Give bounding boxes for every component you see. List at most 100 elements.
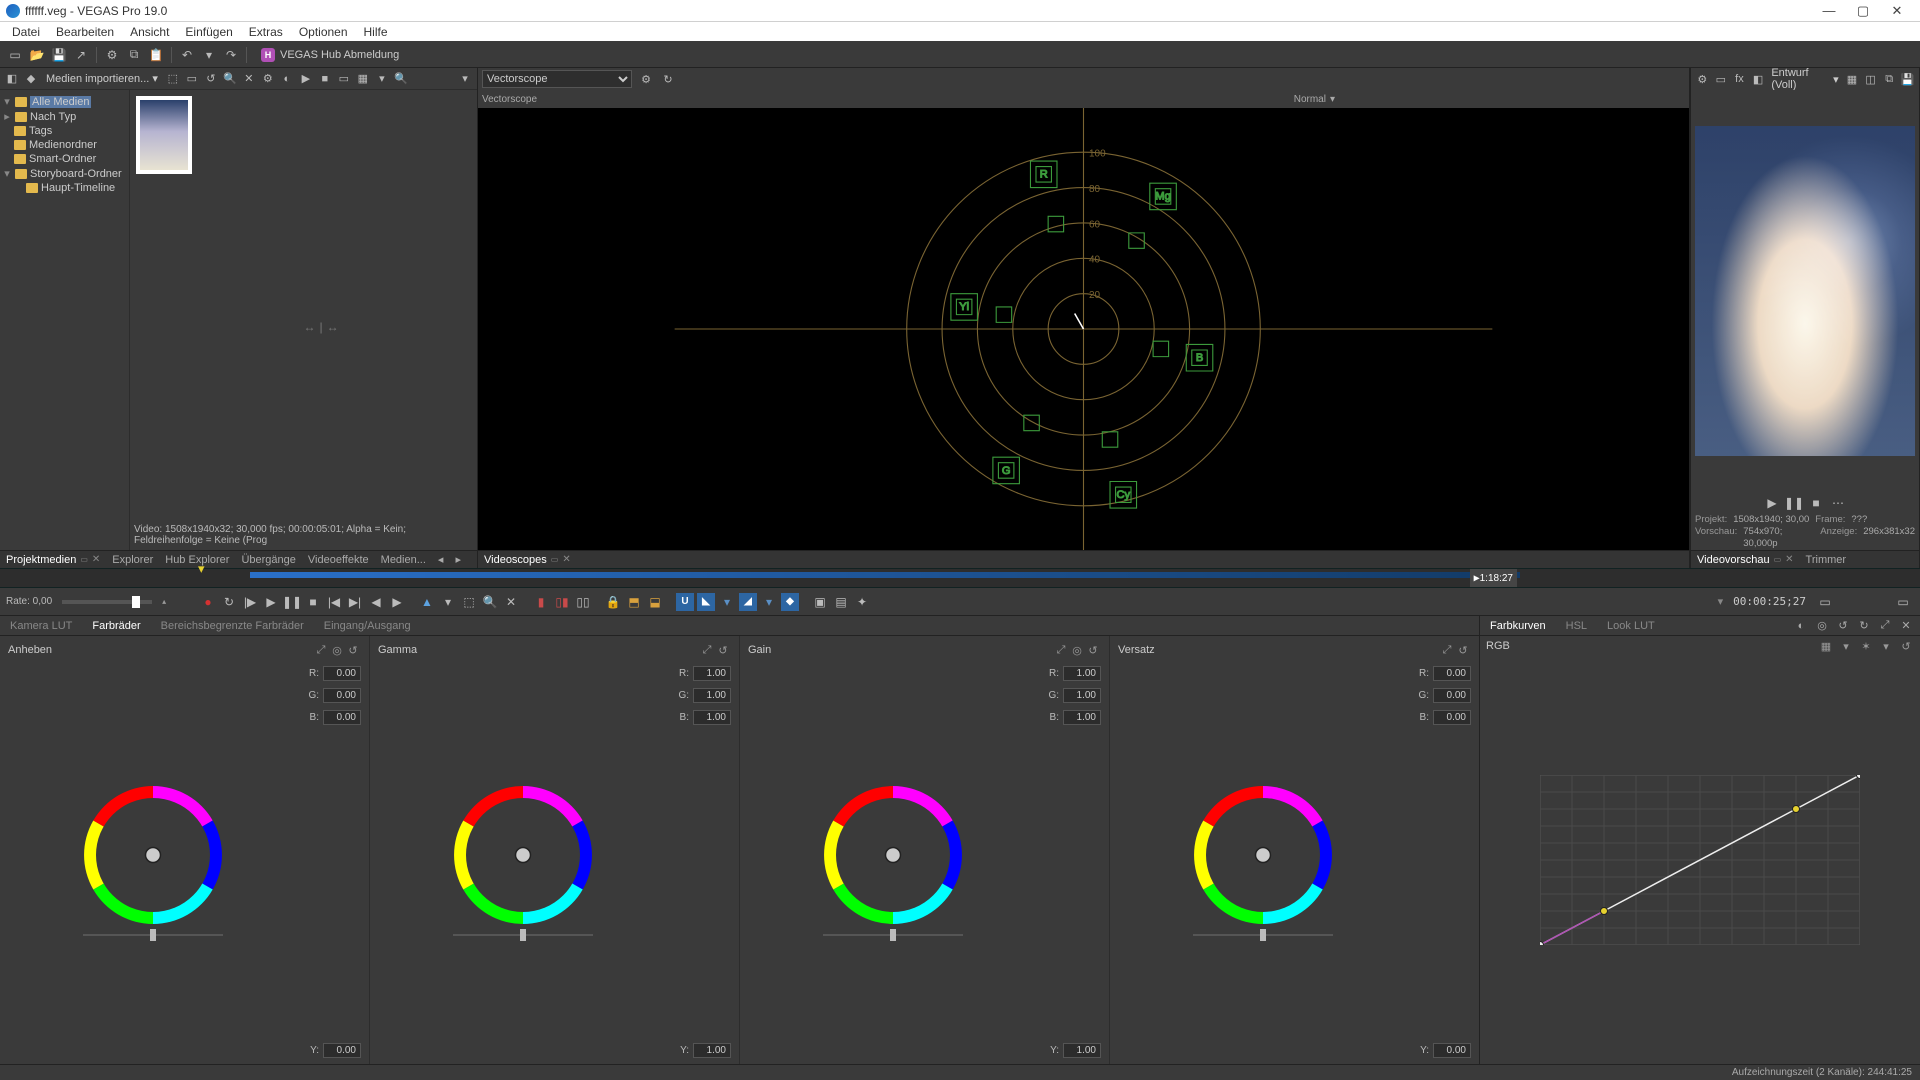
next-frame-button[interactable]: ▶ [388, 593, 406, 611]
gain-g-value[interactable]: 1.00 [1063, 688, 1101, 703]
gtab-kamera-lut[interactable]: Kamera LUT [0, 618, 82, 634]
color-wheel[interactable] [448, 780, 598, 930]
autoripple-l-icon[interactable]: ◣ [697, 593, 715, 611]
record-button[interactable]: ● [199, 593, 217, 611]
expand-icon[interactable]: ⤢ [1053, 642, 1069, 658]
menu-bearbeiten[interactable]: Bearbeiten [48, 22, 122, 41]
ripple-dropdown-icon[interactable]: ▾ [718, 593, 736, 611]
wheel-y-slider[interactable] [818, 930, 968, 940]
preview-save-icon[interactable]: 💾 [1900, 71, 1915, 87]
preview-copy-icon[interactable]: ⧉ [1882, 71, 1897, 87]
tree-storyboard-ordner[interactable]: ▾Storyboard-Ordner [2, 166, 127, 181]
timeline-clip[interactable] [250, 572, 1520, 578]
pin-icon[interactable]: ▭ [80, 555, 88, 564]
autofade-icon[interactable]: ◆ [781, 593, 799, 611]
undo-dropdown-icon[interactable]: ▾ [200, 46, 218, 64]
curve-btn1-icon[interactable]: ◐ [1793, 618, 1809, 634]
minimize-button[interactable]: — [1812, 0, 1846, 22]
paste-icon[interactable]: 📋 [147, 46, 165, 64]
import-media-dropdown[interactable]: Medien importieren...▾ [42, 72, 162, 85]
pin-icon[interactable]: ▭ [1774, 555, 1782, 564]
preview-quality-dropdown[interactable]: Entwurf (Voll)▾ [1769, 67, 1840, 91]
tool-dropdown[interactable]: ▾ [439, 593, 457, 611]
lock-icon[interactable]: 🔒 [604, 593, 622, 611]
tab-trimmer[interactable]: Trimmer [1800, 551, 1853, 568]
tab-explorer[interactable]: Explorer [106, 551, 159, 568]
reset-icon[interactable]: ↺ [1085, 642, 1101, 658]
preview-external-icon[interactable]: ▭ [1714, 71, 1729, 87]
tab-mediengeneratoren[interactable]: Medien... [375, 551, 432, 568]
versatz-g-value[interactable]: 0.00 [1433, 688, 1471, 703]
gain-r-value[interactable]: 1.00 [1063, 666, 1101, 681]
target-icon[interactable]: ◎ [329, 642, 345, 658]
curve-undo-icon[interactable]: ↺ [1835, 618, 1851, 634]
tree-medienordner[interactable]: Medienordner [2, 138, 127, 152]
media-capture-icon[interactable]: ⬚ [165, 71, 181, 87]
anheben-r-value[interactable]: 0.00 [323, 666, 361, 681]
menu-extras[interactable]: Extras [241, 22, 291, 41]
anheben-y-value[interactable]: 0.00 [323, 1043, 361, 1058]
menu-datei[interactable]: Datei [4, 22, 48, 41]
tab-videoscopes[interactable]: Videoscopes▭✕ [478, 551, 577, 568]
tab-videovorschau[interactable]: Videovorschau▭✕ [1691, 551, 1800, 568]
scope-mode-dropdown[interactable]: Normal▾ [1294, 94, 1335, 105]
reset-icon[interactable]: ↺ [345, 642, 361, 658]
curve-dropdown-icon[interactable]: ▾ [1838, 638, 1854, 654]
gamma-r-value[interactable]: 1.00 [693, 666, 731, 681]
menu-hilfe[interactable]: Hilfe [356, 22, 396, 41]
scope-settings-icon[interactable]: ⚙ [638, 71, 654, 87]
target-icon[interactable]: ◎ [1069, 642, 1085, 658]
expand-icon[interactable]: ⤢ [699, 642, 715, 658]
snap2-icon[interactable]: ⬓ [646, 593, 664, 611]
go-start-button[interactable]: |◀ [325, 593, 343, 611]
anheben-b-value[interactable]: 0.00 [323, 710, 361, 725]
marker-region-icon[interactable]: ▯▯ [574, 593, 592, 611]
pin-icon[interactable]: ▭ [551, 555, 559, 564]
curve-expand-icon[interactable]: ⤢ [1877, 618, 1893, 634]
tree-smart-ordner[interactable]: Smart-Ordner [2, 152, 127, 166]
save-icon[interactable]: 💾 [50, 46, 68, 64]
media-close-icon[interactable]: ✕ [241, 71, 257, 87]
tab-videoeffekte[interactable]: Videoeffekte [302, 551, 375, 568]
event-opt-icon[interactable]: ✦ [853, 593, 871, 611]
wheel-y-slider[interactable] [1188, 930, 1338, 940]
curve-grid-icon[interactable]: ▦ [1818, 638, 1834, 654]
curve-reset-icon[interactable]: ↺ [1898, 638, 1914, 654]
gtab-hsl[interactable]: HSL [1556, 618, 1597, 634]
stop-button[interactable]: ■ [304, 593, 322, 611]
rate-slider[interactable] [62, 600, 152, 604]
versatz-y-value[interactable]: 0.00 [1433, 1043, 1471, 1058]
reset-icon[interactable]: ↺ [715, 642, 731, 658]
curve-star-icon[interactable]: ✶ [1858, 638, 1874, 654]
wheel-y-slider[interactable] [448, 930, 598, 940]
preview-more-icon[interactable]: ⋯ [1830, 495, 1846, 511]
media-stop-icon[interactable]: ■ [317, 71, 333, 87]
hub-signout[interactable]: H VEGAS Hub Abmeldung [261, 48, 399, 62]
properties-icon[interactable]: ⚙ [103, 46, 121, 64]
reset-icon[interactable]: ↺ [1455, 642, 1471, 658]
gain-b-value[interactable]: 1.00 [1063, 710, 1101, 725]
event-gen-icon[interactable]: ▤ [832, 593, 850, 611]
maximize-timeline-icon[interactable]: ▭ [1894, 593, 1912, 611]
curve-dropdown2-icon[interactable]: ▾ [1878, 638, 1894, 654]
media-dropdown-icon[interactable]: ▾ [457, 71, 473, 87]
color-wheel[interactable] [818, 780, 968, 930]
tree-haupt-timeline[interactable]: Haupt-Timeline [2, 181, 127, 195]
tab-scroll-right[interactable]: ▸ [449, 551, 467, 568]
marker-red-icon[interactable]: ▮ [532, 593, 550, 611]
tab-projektmedien[interactable]: Projektmedien▭✕ [0, 551, 106, 568]
preview-split-icon[interactable]: ◧ [1751, 71, 1766, 87]
new-project-icon[interactable]: ▭ [6, 46, 24, 64]
media-fx-icon[interactable]: ◐ [279, 71, 295, 87]
cut-tool[interactable]: ✕ [502, 593, 520, 611]
autoripple-u-icon[interactable]: U [676, 593, 694, 611]
versatz-r-value[interactable]: 0.00 [1433, 666, 1471, 681]
scope-type-select[interactable]: Vectorscope [482, 70, 632, 88]
close-icon[interactable]: ✕ [92, 554, 100, 565]
media-filter-icon[interactable]: ◆ [23, 71, 39, 87]
gtab-farbkurven[interactable]: Farbkurven [1480, 618, 1556, 634]
preview-settings-icon[interactable]: ⚙ [1695, 71, 1710, 87]
open-icon[interactable]: 📂 [28, 46, 46, 64]
color-wheel[interactable] [1188, 780, 1338, 930]
preview-stop-icon[interactable]: ■ [1808, 495, 1824, 511]
